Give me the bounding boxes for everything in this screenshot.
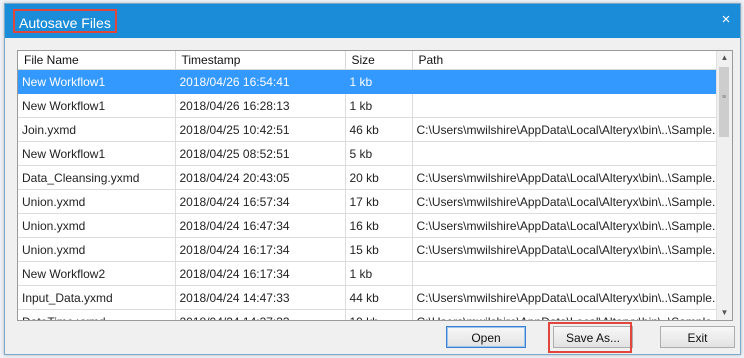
- cell-file-name: Data_Cleansing.yxmd: [18, 165, 176, 190]
- cell-file-name: Union.yxmd: [18, 237, 176, 262]
- cell-file-name: New Workflow1: [18, 93, 176, 118]
- cell-size: 1 kb: [345, 261, 413, 286]
- column-header-file-name[interactable]: File Name: [18, 51, 176, 70]
- table-row[interactable]: DateTime.yxmd2018/04/24 14:37:3319 kbC:\…: [18, 309, 719, 320]
- cell-file-name: New Workflow1: [18, 141, 176, 166]
- column-header-timestamp[interactable]: Timestamp: [175, 51, 346, 70]
- cell-path: C:\Users\mwilshire\AppData\Local\Alteryx…: [412, 165, 719, 190]
- cell-file-name: Join.yxmd: [18, 117, 176, 142]
- cell-timestamp: 2018/04/24 16:17:34: [175, 261, 346, 286]
- cell-file-name: New Workflow1: [18, 69, 176, 94]
- cell-file-name: Union.yxmd: [18, 189, 176, 214]
- table-row[interactable]: Union.yxmd 2018/04/24 16:57:34 17 kb C:\Use…: [18, 189, 719, 214]
- cell-size: 20 kb: [345, 165, 413, 190]
- cell-timestamp: 2018/04/25 10:42:51: [175, 117, 346, 142]
- cell-file-name: Union.yxmd: [18, 213, 176, 238]
- cell-size: 15 kb: [345, 237, 413, 262]
- close-icon[interactable]: ×: [718, 12, 734, 28]
- cell-file-name: New Workflow2: [18, 261, 176, 286]
- cell-size: 1 kb: [345, 93, 413, 118]
- cell-size: 1 kb: [345, 69, 413, 94]
- cell-path: [412, 261, 719, 286]
- cell-timestamp: 2018/04/24 16:57:34: [175, 189, 346, 214]
- exit-button[interactable]: Exit: [660, 326, 735, 348]
- cell-size: 17 kb: [345, 189, 413, 214]
- autosave-dialog: Autosave Files × File Name Timestamp Siz…: [4, 3, 741, 355]
- cell-path: [412, 93, 719, 118]
- table-row[interactable]: Join.yxmd 2018/04/25 10:42:51 46 kb C:\User…: [18, 117, 719, 142]
- cell-timestamp: 2018/04/26 16:28:13: [175, 93, 346, 118]
- cell-timestamp: 2018/04/24 14:47:33: [175, 285, 346, 310]
- table-header-row: File Name Timestamp Size Path: [18, 51, 719, 70]
- cell-path: C:\Users\mwilshire\AppData\Local\Alteryx…: [412, 285, 719, 310]
- table-row[interactable]: New Workflow1 2018/04/26 16:28:13 1 kb: [18, 93, 719, 118]
- scroll-up-icon[interactable]: ▲: [717, 51, 732, 65]
- cell-path: C:\Users\mwilshire\AppData\Local\Alteryx…: [412, 213, 719, 238]
- open-button[interactable]: Open: [446, 326, 526, 348]
- column-header-path[interactable]: Path: [412, 51, 719, 70]
- cell-size: 16 kb: [345, 213, 413, 238]
- scroll-down-icon[interactable]: ▼: [717, 306, 732, 320]
- table-row[interactable]: Union.yxmd 2018/04/24 16:47:34 16 kb C:\Use…: [18, 213, 719, 238]
- cell-timestamp: 2018/04/26 16:54:41: [175, 69, 346, 94]
- cell-path: C:\Users\mwilshire\AppData\Local\Alteryx…: [412, 189, 719, 214]
- cell-size: 44 kb: [345, 285, 413, 310]
- table-row[interactable]: Union.yxmd 2018/04/24 16:17:34 15 kb C:\Use…: [18, 237, 719, 262]
- table-row[interactable]: New Workflow1 2018/04/25 08:52:51 5 kb: [18, 141, 719, 166]
- table-row[interactable]: New Workflow1 2018/04/26 16:54:41 1 kb: [18, 69, 719, 94]
- column-header-size[interactable]: Size: [345, 51, 413, 70]
- cell-timestamp: 2018/04/24 16:47:34: [175, 213, 346, 238]
- cell-path: C:\Users\mwilshire\AppData\Local\Alteryx…: [412, 117, 719, 142]
- cell-timestamp: 2018/04/25 08:52:51: [175, 141, 346, 166]
- cell-timestamp: 2018/04/24 16:17:34: [175, 237, 346, 262]
- table-row[interactable]: Data_Cleansing.yxmd 2018/04/24 20:43:05 20…: [18, 165, 719, 190]
- cell-timestamp: 2018/04/24 14:37:33: [175, 309, 346, 320]
- cell-path: C:\Users\mwilshire\AppData\Local\Alteryx…: [412, 237, 719, 262]
- save-as-button[interactable]: Save As...: [553, 326, 633, 348]
- title-bar[interactable]: Autosave Files ×: [5, 4, 740, 38]
- dialog-title: Autosave Files: [13, 9, 117, 33]
- cell-file-name: Input_Data.yxmd: [18, 285, 176, 310]
- scrollbar-grip-icon: ≡: [721, 94, 727, 101]
- cell-size: 19 kb: [345, 309, 413, 320]
- cell-path: C:\Users\mwilshire\AppData\Local\Alteryx…: [412, 309, 719, 320]
- cell-file-name: DateTime.yxmd: [18, 309, 176, 320]
- scrollbar-thumb[interactable]: [719, 67, 729, 137]
- cell-size: 46 kb: [345, 117, 413, 142]
- cell-path: [412, 69, 719, 94]
- table-row[interactable]: New Workflow2 2018/04/24 16:17:34 1 kb: [18, 261, 719, 286]
- cell-size: 5 kb: [345, 141, 413, 166]
- table-row[interactable]: Input_Data.yxmd 2018/04/24 14:47:33 44 kb C…: [18, 285, 719, 310]
- cell-timestamp: 2018/04/24 20:43:05: [175, 165, 346, 190]
- autosave-files-table[interactable]: File Name Timestamp Size Path New Workfl…: [17, 50, 733, 321]
- cell-path: [412, 141, 719, 166]
- vertical-scrollbar[interactable]: ▲ ≡ ▼: [716, 51, 732, 320]
